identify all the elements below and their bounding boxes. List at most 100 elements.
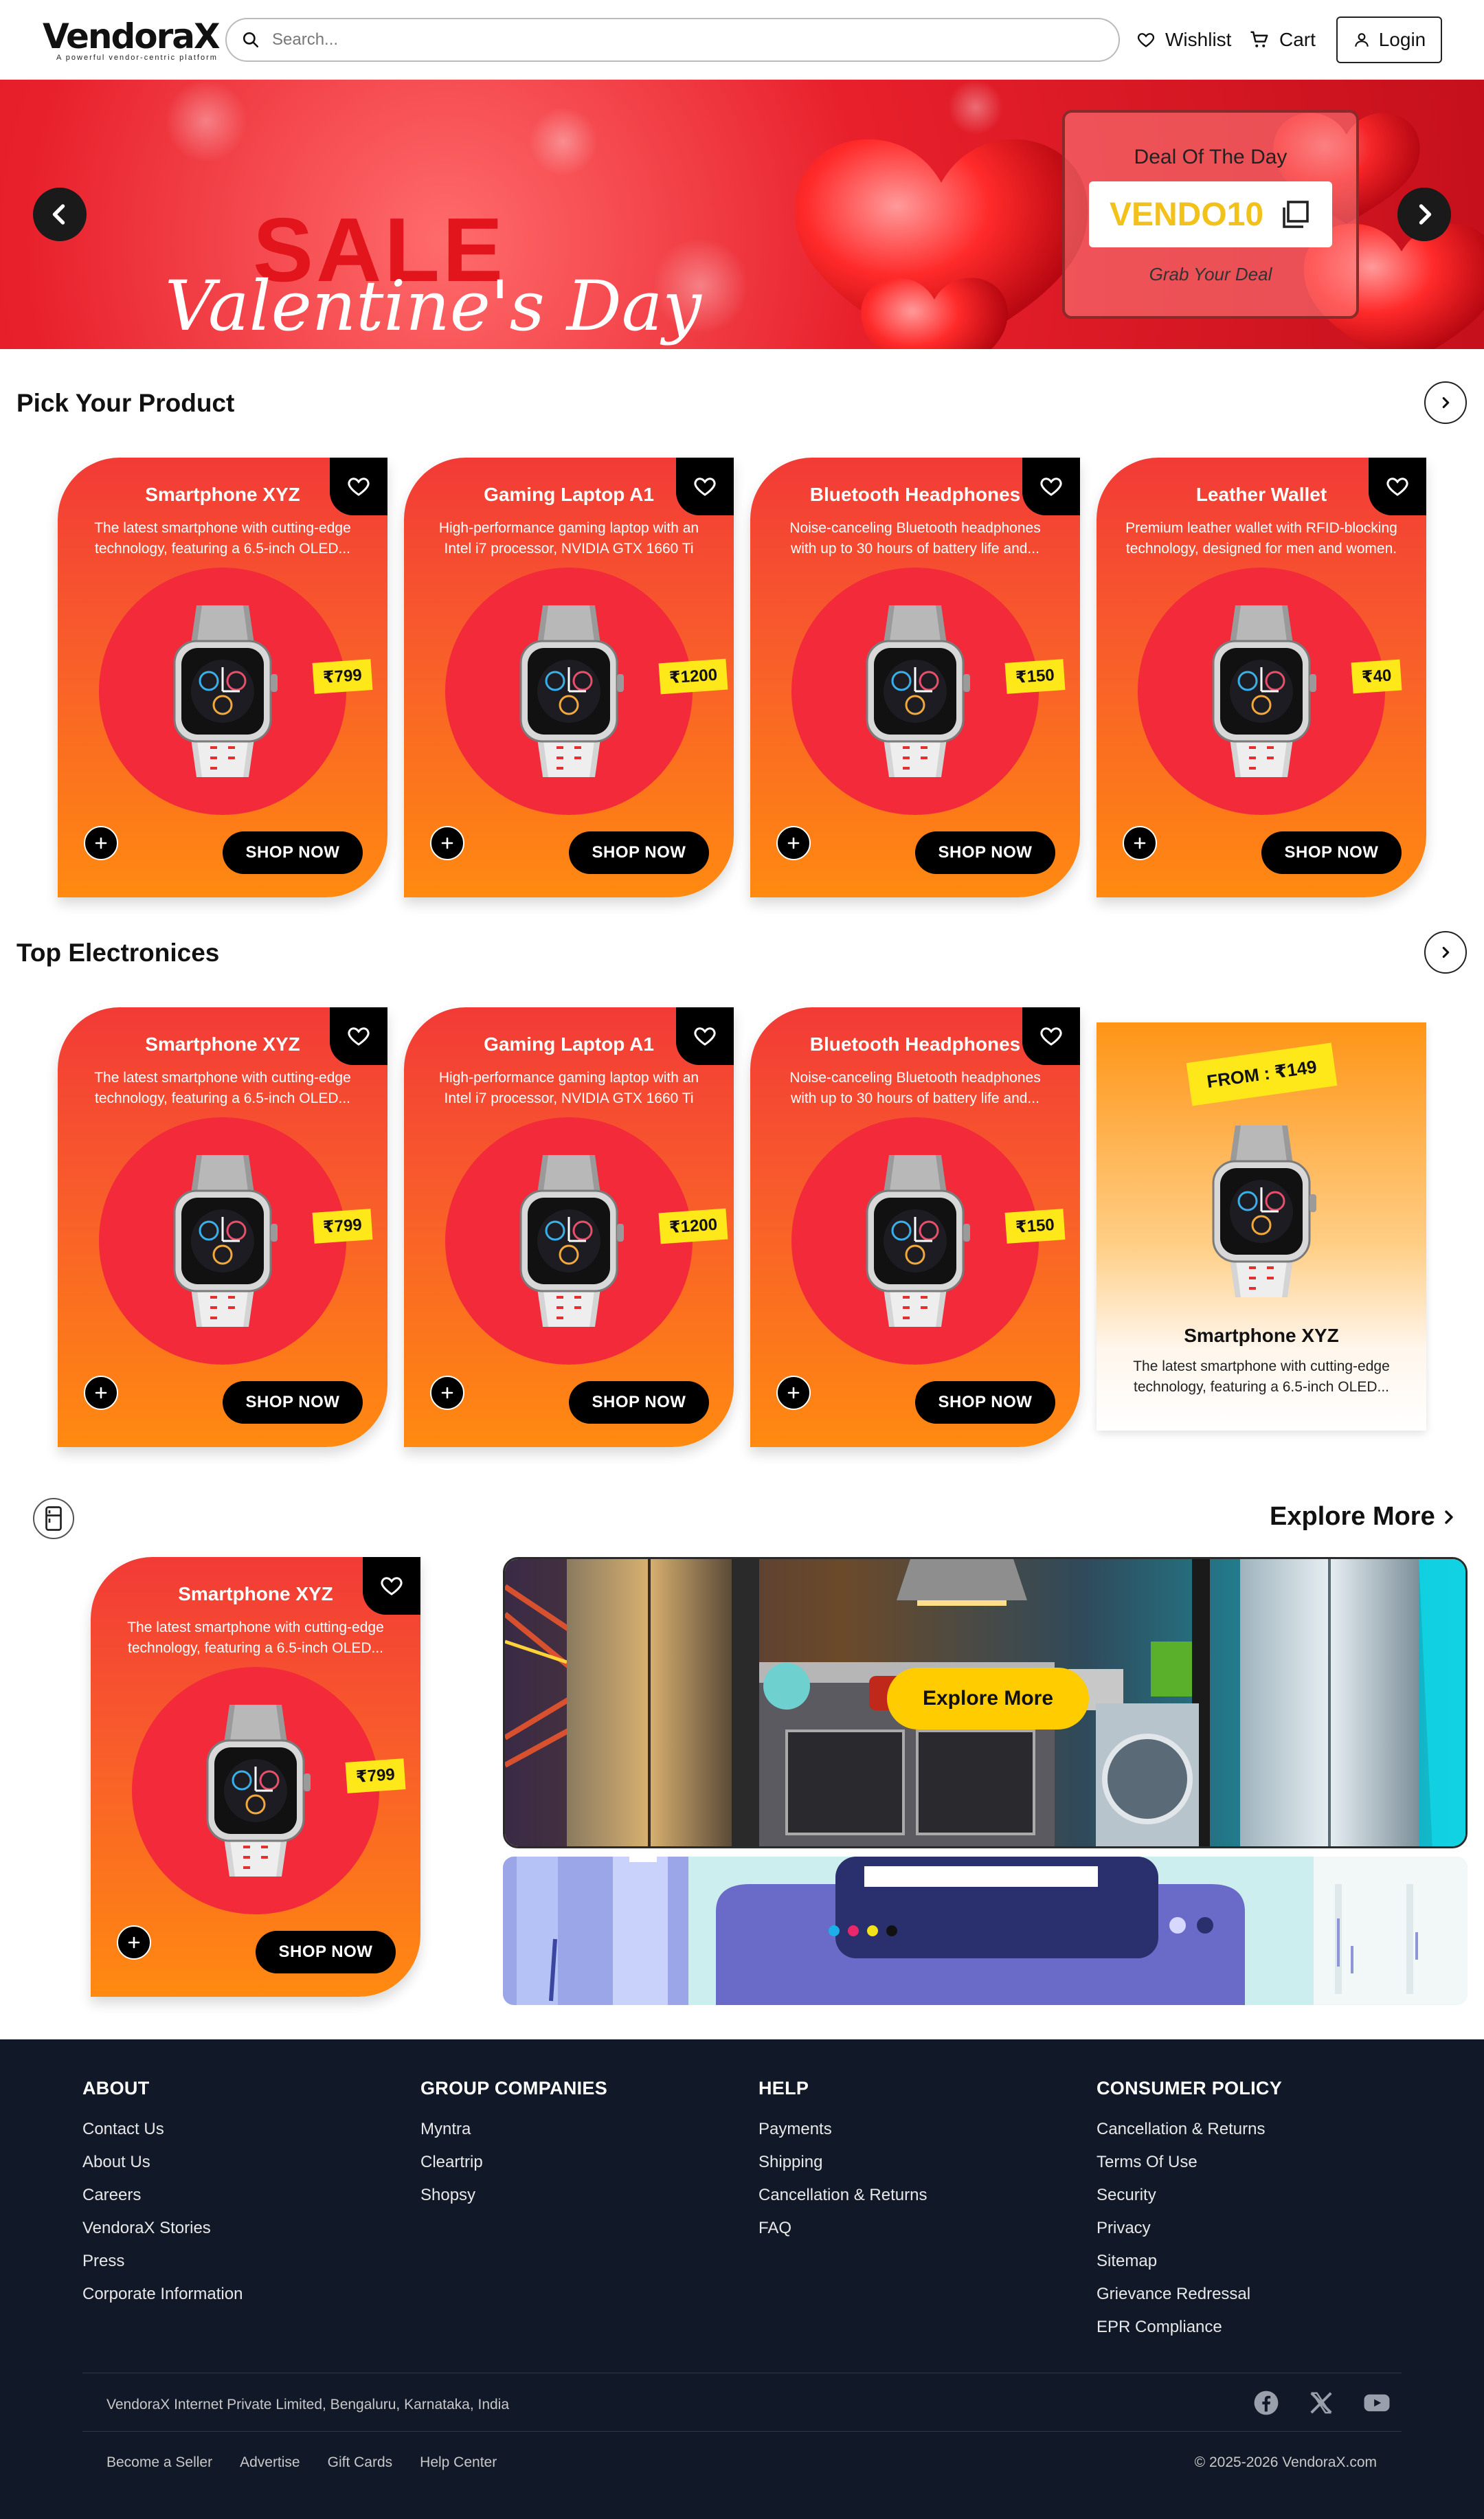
shop-now-button[interactable]: SHOP NOW <box>223 1381 363 1424</box>
footer-bottom-link[interactable]: Gift Cards <box>328 2454 393 2471</box>
logo-text: VendoraX <box>43 16 221 56</box>
footer-link[interactable]: Security <box>1097 2182 1282 2215</box>
price-tag: ₹799 <box>312 659 373 694</box>
product-title: Bluetooth Headphones <box>809 1033 1021 1055</box>
shop-now-button[interactable]: SHOP NOW <box>223 831 363 874</box>
login-button[interactable]: Login <box>1336 16 1442 63</box>
add-to-cart-button[interactable] <box>776 826 811 860</box>
electronics-section-next-button[interactable] <box>1424 931 1467 974</box>
shop-now-button[interactable]: SHOP NOW <box>915 831 1055 874</box>
price-tag: ₹150 <box>1004 659 1066 694</box>
footer-link[interactable]: Careers <box>82 2182 243 2215</box>
add-to-cart-button[interactable] <box>430 1376 464 1410</box>
footer-link[interactable]: Cancellation & Returns <box>758 2182 927 2215</box>
footer-link[interactable]: Terms Of Use <box>1097 2149 1282 2182</box>
footer-link[interactable]: Corporate Information <box>82 2281 243 2314</box>
promo-title: Smartphone XYZ <box>1184 1325 1339 1346</box>
product-card[interactable]: Gaming Laptop A1 High-performance gaming… <box>404 1007 734 1447</box>
footer-link[interactable]: EPR Compliance <box>1097 2314 1282 2347</box>
x-icon[interactable] <box>1308 2390 1334 2416</box>
footer-link[interactable]: Myntra <box>420 2116 607 2149</box>
footer-link[interactable]: Shipping <box>758 2149 927 2182</box>
footer-column-heading: GROUP COMPANIES <box>420 2078 608 2098</box>
footer-link[interactable]: Cleartrip <box>420 2149 607 2182</box>
shop-now-button[interactable]: SHOP NOW <box>569 1381 709 1424</box>
product-card[interactable]: Smartphone XYZ The latest smartphone wit… <box>58 1007 387 1447</box>
footer-column-heading: CONSUMER POLICY <box>1097 2078 1283 2098</box>
copyright-text: © 2025-2026 VendoraX.com <box>1194 2454 1377 2470</box>
shop-now-button[interactable]: SHOP NOW <box>915 1381 1055 1424</box>
refrigerator-icon <box>33 1498 74 1539</box>
footer-link[interactable]: Press <box>82 2248 243 2281</box>
add-to-cart-button[interactable] <box>84 1376 118 1410</box>
wishlist-label: Wishlist <box>1165 29 1232 50</box>
footer-link[interactable]: Shopsy <box>420 2182 607 2215</box>
cart-link[interactable]: Cart <box>1249 18 1316 62</box>
footer-bottom-link[interactable]: Advertise <box>240 2454 300 2471</box>
plus-icon <box>441 837 453 849</box>
youtube-icon[interactable] <box>1363 2390 1391 2416</box>
plus-icon <box>1134 837 1146 849</box>
wishlist-link[interactable]: Wishlist <box>1136 18 1231 62</box>
footer-divider-bottom <box>82 2431 1402 2432</box>
product-card[interactable]: Smartphone XYZ The latest smartphone wit… <box>58 458 387 897</box>
printer-banner[interactable] <box>503 1857 1468 2005</box>
add-to-cart-button[interactable] <box>430 826 464 860</box>
product-title: Smartphone XYZ <box>178 1583 333 1604</box>
price-tag: ₹799 <box>312 1209 373 1244</box>
promo-card[interactable]: FROM : ₹149 Smartphone XYZ The latest sm… <box>1097 1022 1426 1431</box>
product-description: The latest smartphone with cutting-edge … <box>127 1620 384 1656</box>
deal-code-box[interactable]: VENDO10 <box>1089 181 1332 247</box>
facebook-icon[interactable] <box>1253 2390 1279 2416</box>
product-description: Noise-canceling Bluetooth headphones wit… <box>789 1070 1041 1106</box>
footer-link[interactable]: Grievance Redressal <box>1097 2281 1282 2314</box>
footer-link[interactable]: About Us <box>82 2149 243 2182</box>
footer-link[interactable]: Cancellation & Returns <box>1097 2116 1282 2149</box>
product-card[interactable]: Leather Wallet Premium leather wallet wi… <box>1097 458 1426 897</box>
footer-link[interactable]: Payments <box>758 2116 927 2149</box>
footer-link[interactable]: Contact Us <box>82 2116 243 2149</box>
banner-prev-button[interactable] <box>33 188 87 241</box>
kitchen-explore-more-button[interactable]: Explore More <box>887 1668 1089 1729</box>
chevron-left-icon <box>52 204 65 225</box>
footer-link[interactable]: Sitemap <box>1097 2248 1282 2281</box>
search-icon <box>243 32 259 48</box>
search-input[interactable] <box>272 30 1028 49</box>
deal-title: Deal Of The Day <box>1134 146 1288 168</box>
footer-bottom-link[interactable]: Help Center <box>420 2454 497 2471</box>
shop-now-button[interactable]: SHOP NOW <box>256 1931 396 1973</box>
chevron-right-icon <box>1445 1510 1453 1524</box>
add-to-cart-button[interactable] <box>776 1376 811 1410</box>
explore-more-link[interactable]: Explore More <box>1270 1502 1456 1532</box>
copy-icon[interactable] <box>1279 198 1312 231</box>
site-logo[interactable]: VendoraX A powerful vendor-centric platf… <box>43 16 221 62</box>
add-to-cart-button[interactable] <box>117 1925 151 1960</box>
shop-now-button[interactable]: SHOP NOW <box>569 831 709 874</box>
product-title: Leather Wallet <box>1195 484 1327 505</box>
banner-next-button[interactable] <box>1397 188 1451 241</box>
plus-icon <box>128 1936 140 1949</box>
product-card[interactable]: Gaming Laptop A1 High-performance gaming… <box>404 458 734 897</box>
valentines-script-text: Valentine's Day <box>165 266 701 346</box>
footer-bottom-link[interactable]: Become a Seller <box>106 2454 212 2471</box>
footer-column: ABOUT Contact Us About Us Careers VendoraX S… <box>82 2078 243 2314</box>
logo-tagline: A powerful vendor-centric platform <box>56 54 218 62</box>
add-to-cart-button[interactable] <box>84 826 118 860</box>
pick-section-next-button[interactable] <box>1424 381 1467 424</box>
footer-link[interactable]: FAQ <box>758 2215 927 2248</box>
hero-banner[interactable]: SALE Valentine's Day Deal Of The Day VEN… <box>0 80 1484 349</box>
price-tag: ₹1200 <box>658 658 728 695</box>
footer-link[interactable]: VendoraX Stories <box>82 2215 243 2248</box>
footer-link[interactable]: Privacy <box>1097 2215 1282 2248</box>
product-card[interactable]: Bluetooth Headphones Noise-canceling Blu… <box>750 1007 1080 1447</box>
footer-column-heading: HELP <box>758 2078 809 2098</box>
smartwatch-image <box>519 605 624 777</box>
cart-label: Cart <box>1279 29 1316 50</box>
add-to-cart-button[interactable] <box>1123 826 1157 860</box>
kitchen-appliances-banner[interactable]: Explore More <box>503 1557 1468 1848</box>
product-card[interactable]: Bluetooth Headphones Noise-canceling Blu… <box>750 458 1080 897</box>
product-card[interactable]: Smartphone XYZ The latest smartphone wit… <box>91 1557 420 1997</box>
shop-now-button[interactable]: SHOP NOW <box>1261 831 1402 874</box>
smartwatch-image <box>173 605 278 777</box>
search-bar[interactable] <box>225 18 1120 62</box>
